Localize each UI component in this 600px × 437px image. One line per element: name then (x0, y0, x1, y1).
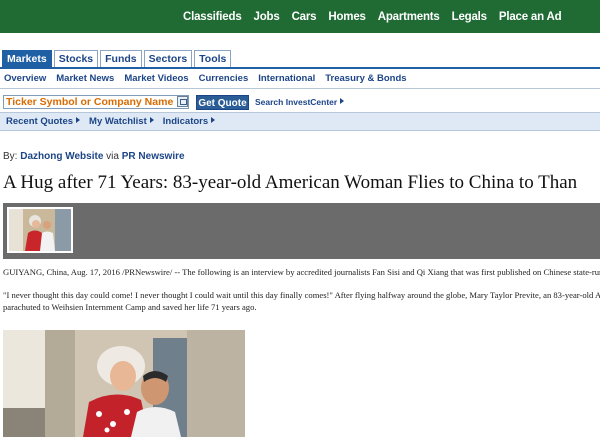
nav-jobs[interactable]: Jobs (254, 11, 280, 23)
arrow-right-icon (340, 98, 345, 104)
tab-sectors[interactable]: Sectors (143, 50, 193, 67)
subnav-market-videos[interactable]: Market Videos (124, 73, 188, 84)
nav-legals[interactable]: Legals (452, 11, 487, 23)
tab-stocks[interactable]: Stocks (53, 50, 99, 67)
source-link[interactable]: PR Newswire (122, 151, 185, 162)
arrow-right-icon (211, 117, 216, 123)
hug-photo-thumbnail-image (9, 209, 71, 251)
nav-classifieds[interactable]: Classifieds (183, 11, 242, 23)
search-investcenter-label: Search InvestCenter (255, 97, 338, 107)
nav-homes[interactable]: Homes (328, 11, 366, 23)
my-watchlist-link[interactable]: My Watchlist (89, 116, 154, 127)
nav-apartments[interactable]: Apartments (378, 11, 440, 23)
markets-subnav: Overview Market News Market Videos Curre… (0, 69, 600, 89)
arrow-right-icon (149, 117, 154, 123)
subnav-international[interactable]: International (258, 73, 315, 84)
author-link[interactable]: Dazhong Website (20, 151, 103, 162)
subnav-overview[interactable]: Overview (4, 73, 46, 84)
article-paragraph-2-line-2: parachuted to Weihsien Internment Camp a… (3, 302, 257, 312)
subnav-treasury-bonds[interactable]: Treasury & Bonds (325, 73, 406, 84)
ticker-search-input[interactable]: Ticker Symbol or Company Name (3, 95, 189, 109)
subnav-market-news[interactable]: Market News (56, 73, 114, 84)
search-investcenter-link[interactable]: Search InvestCenter (255, 97, 345, 107)
tab-markets[interactable]: Markets (2, 50, 52, 67)
nav-cars[interactable]: Cars (292, 11, 317, 23)
recent-quotes-label: Recent Quotes (6, 116, 74, 127)
market-tabs: Markets Stocks Funds Sectors Tools (2, 50, 233, 67)
byline-prefix: By: (3, 151, 18, 162)
article-headline: A Hug after 71 Years: 83-year-old Americ… (3, 172, 578, 193)
article-byline: By: Dazhong Website via PR Newswire (3, 151, 185, 162)
tab-tools[interactable]: Tools (194, 50, 232, 67)
article-paragraph-1: GUIYANG, China, Aug. 17, 2016 /PRNewswir… (3, 267, 600, 277)
article-paragraph-2-line-1: "I never thought this day could come! I … (3, 290, 600, 300)
byline-via: via (106, 151, 119, 162)
subnav-currencies[interactable]: Currencies (199, 73, 249, 84)
get-quote-button[interactable]: Get Quote (196, 95, 249, 110)
article-main-photo (3, 330, 245, 437)
top-navigation-bar: Classifieds Jobs Cars Homes Apartments L… (0, 0, 600, 33)
nav-place-an-ad[interactable]: Place an Ad (499, 11, 562, 23)
quick-links-bar: Recent Quotes My Watchlist Indicators (0, 112, 600, 131)
arrow-right-icon (76, 117, 81, 123)
gallery-thumbnail[interactable] (7, 207, 73, 253)
image-gallery-strip (3, 203, 600, 259)
symbol-lookup-icon[interactable] (177, 96, 188, 107)
my-watchlist-label: My Watchlist (89, 116, 147, 127)
tab-funds[interactable]: Funds (100, 50, 142, 67)
indicators-label: Indicators (162, 116, 209, 127)
hug-photo-image (3, 330, 245, 437)
recent-quotes-link[interactable]: Recent Quotes (6, 116, 81, 127)
top-nav-items: Classifieds Jobs Cars Homes Apartments L… (183, 0, 573, 33)
indicators-link[interactable]: Indicators (162, 116, 216, 127)
